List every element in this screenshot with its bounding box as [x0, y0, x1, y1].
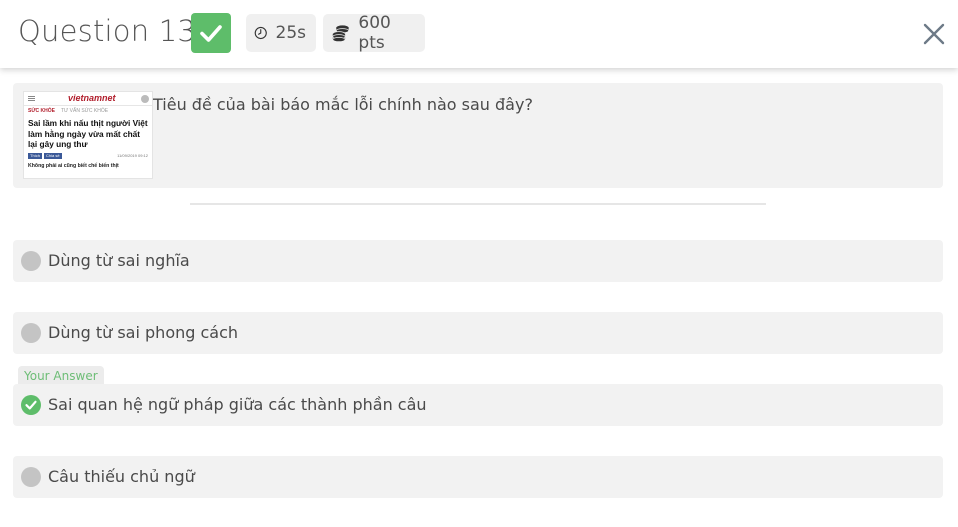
subcategory-label: TƯ VẤN SỨC KHỎE — [60, 108, 109, 114]
timer-chip: 25s — [246, 14, 316, 52]
correct-check-icon[interactable] — [21, 395, 41, 415]
close-button[interactable] — [918, 18, 950, 50]
user-icon — [141, 95, 149, 103]
points-chip: 600 pts — [323, 13, 425, 53]
option-4[interactable]: Câu thiếu chủ ngữ — [13, 456, 943, 498]
like-badge: Thích — [28, 152, 43, 159]
share-badge: Chia sẻ — [44, 152, 62, 159]
question-card: vietnamnet SỨC KHỎE TƯ VẤN SỨC KHỎE Sai … — [13, 83, 943, 188]
option-label: Sai quan hệ ngữ pháp giữa các thành phần… — [48, 395, 427, 414]
question-text: Tiêu đề của bài báo mắc lỗi chính nào sa… — [153, 95, 533, 114]
menu-icon — [28, 96, 35, 101]
option-label: Dùng từ sai phong cách — [48, 323, 239, 342]
radio-icon[interactable] — [21, 251, 41, 271]
question-header: Question 13 25s 600 pts — [0, 0, 958, 68]
category-label: SỨC KHỎE — [28, 108, 55, 114]
thumbnail-topbar: vietnamnet — [24, 92, 152, 106]
coins-icon — [332, 25, 349, 42]
option-2[interactable]: Dùng từ sai phong cách — [13, 312, 943, 354]
checkmark-icon — [200, 25, 222, 42]
correct-badge — [191, 13, 231, 53]
thumbnail-meta: Thích Chia sẻ 11/09/2019 09:12 — [24, 150, 152, 159]
radio-icon[interactable] — [21, 323, 41, 343]
option-label: Dùng từ sai nghĩa — [48, 251, 190, 270]
option-label: Câu thiếu chủ ngữ — [48, 467, 195, 486]
timer-value: 25s — [275, 23, 307, 43]
your-answer-tag: Your Answer — [18, 366, 104, 386]
thumbnail-logo: vietnamnet — [68, 93, 116, 103]
thumbnail-subheadline: Không phải ai cũng biết chế biến thịt — [28, 162, 119, 169]
points-value: 600 pts — [358, 13, 391, 53]
question-title: Question 13 — [18, 14, 197, 48]
thumbnail-category: SỨC KHỎE TƯ VẤN SỨC KHỎE — [24, 106, 152, 116]
radio-icon[interactable] — [21, 467, 41, 487]
question-image: vietnamnet SỨC KHỎE TƯ VẤN SỨC KHỎE Sai … — [23, 91, 153, 179]
checkmark-icon — [25, 400, 37, 410]
option-1[interactable]: Dùng từ sai nghĩa — [13, 240, 943, 282]
thumbnail-headline: Sai lầm khi nấu thịt người Việt làm hằng… — [28, 118, 148, 149]
option-3[interactable]: Sai quan hệ ngữ pháp giữa các thành phần… — [13, 384, 943, 426]
thumbnail-date: 11/09/2019 09:12 — [117, 153, 148, 158]
divider — [190, 203, 766, 205]
close-icon[interactable] — [918, 18, 950, 50]
clock-icon — [254, 26, 267, 40]
